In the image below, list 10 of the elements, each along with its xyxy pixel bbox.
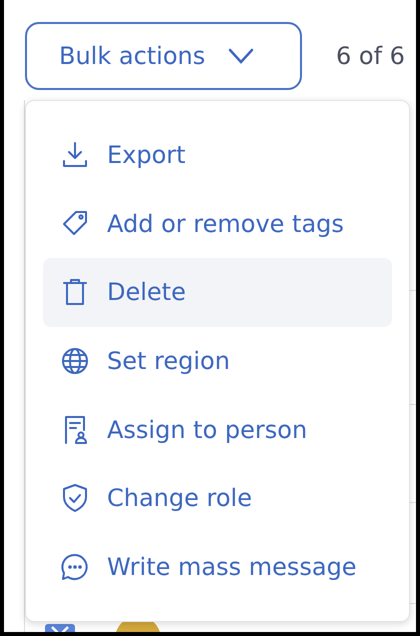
menu-item[interactable]: Add or remove tags: [43, 190, 392, 258]
bulk-actions-button[interactable]: Bulk actions: [25, 22, 302, 90]
menu-item[interactable]: Write mass message: [43, 532, 392, 602]
menu-item[interactable]: Set region: [43, 326, 392, 396]
menu-item[interactable]: Change role: [43, 464, 392, 532]
chevron-icon: [227, 47, 256, 65]
menu-item[interactable]: Delete: [43, 258, 392, 327]
selection-count: 6 of 6: [336, 42, 405, 70]
menu-item[interactable]: Export: [43, 121, 392, 190]
menu-item[interactable]: Assign to person: [43, 395, 392, 464]
